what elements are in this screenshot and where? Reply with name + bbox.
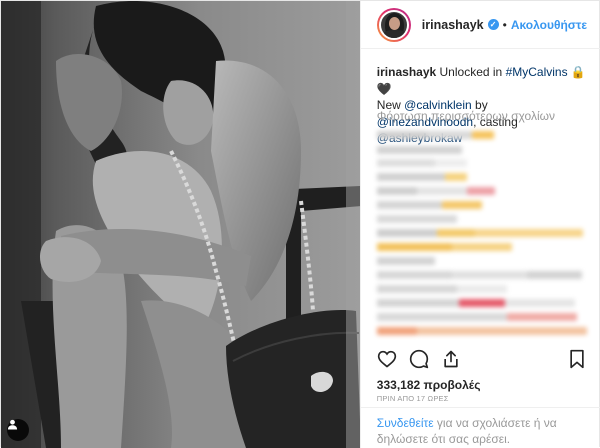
- separator-dot: •: [502, 17, 507, 32]
- avatar-image: [378, 9, 409, 40]
- login-prompt: Συνδεθείτε για να σχολιάσετε ή να δηλώσε…: [360, 407, 600, 447]
- login-link[interactable]: Συνδεθείτε: [377, 416, 434, 430]
- caption-text: Unlocked in: [439, 65, 506, 79]
- comment-icon[interactable]: [409, 349, 429, 369]
- post-photo[interactable]: [1, 1, 360, 448]
- view-count[interactable]: 333,182 προβολές: [377, 378, 481, 392]
- avatar[interactable]: [376, 7, 411, 42]
- caption-hashtag[interactable]: #MyCalvins: [506, 65, 568, 79]
- blurred-comments: [376, 129, 593, 341]
- verified-badge-icon: ✓: [487, 19, 499, 30]
- header-username[interactable]: irinashayk: [422, 18, 484, 32]
- post-actions: [377, 349, 589, 373]
- caption-username[interactable]: irinashayk: [377, 65, 436, 79]
- post-header: irinashayk ✓ • Ακολουθήστε: [360, 1, 600, 49]
- user-tag-icon[interactable]: [7, 419, 29, 441]
- heart-icon[interactable]: [377, 349, 397, 369]
- bookmark-icon[interactable]: [567, 349, 587, 369]
- post-side-panel: irinashayk ✓ • Ακολουθήστε irinashayk Un…: [359, 1, 600, 448]
- share-icon[interactable]: [441, 349, 461, 369]
- follow-button[interactable]: Ακολουθήστε: [511, 18, 587, 32]
- post-timestamp: ΠΡΙΝ ΑΠΟ 17 ΩΡΕΣ: [376, 394, 449, 403]
- load-more-comments-link[interactable]: Φόρτωση περισσότερων σχολίων: [377, 109, 555, 123]
- instagram-post: irinashayk ✓ • Ακολουθήστε irinashayk Un…: [0, 0, 600, 448]
- photo-illustration: [1, 1, 360, 448]
